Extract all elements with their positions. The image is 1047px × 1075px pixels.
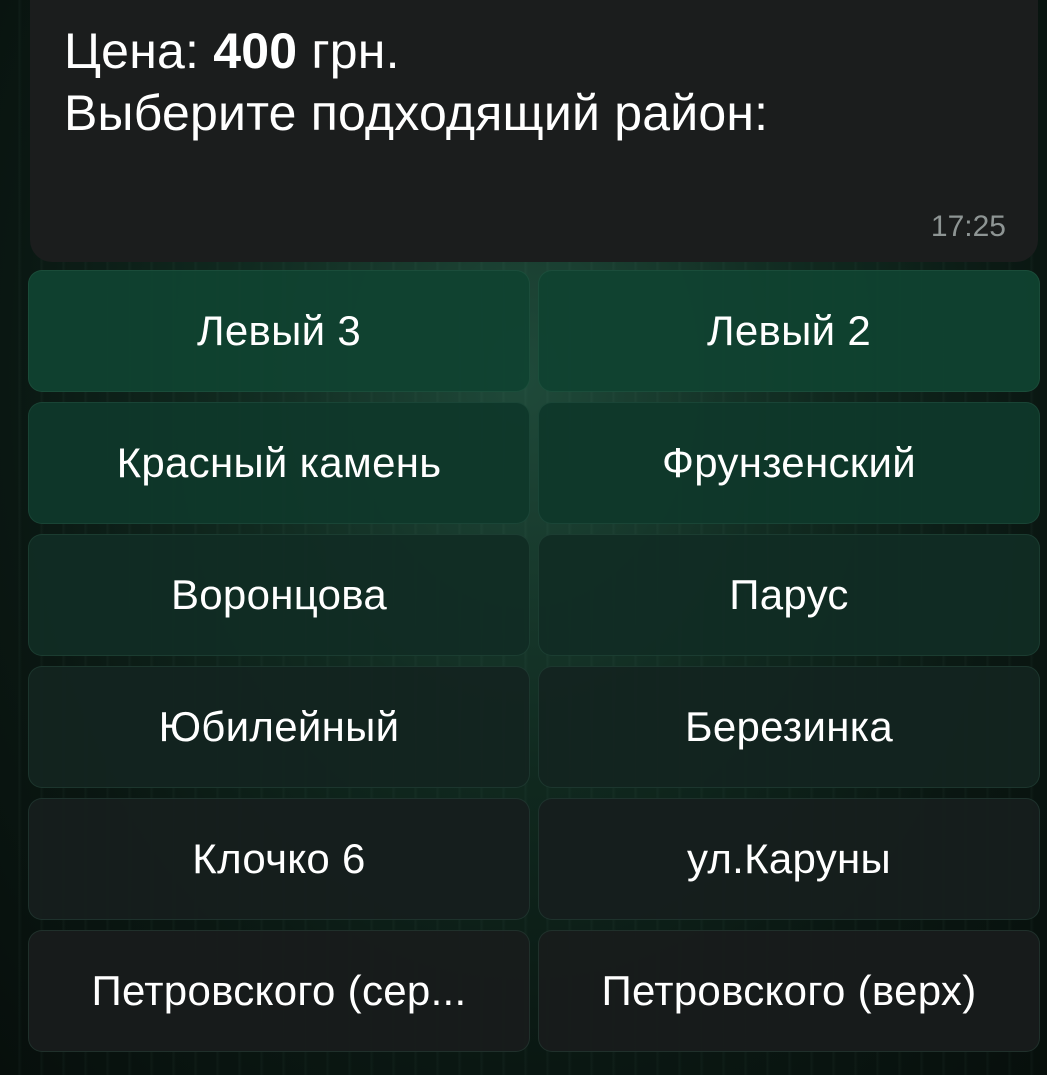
bot-message-bubble: Цена: 400 грн. Выберите подходящий район…	[30, 0, 1038, 262]
price-line: Цена: 400 грн.	[64, 20, 1004, 82]
district-button-vorontsova[interactable]: Воронцова	[28, 534, 530, 656]
district-button-petrovskogo-ser[interactable]: Петровского (сер...	[28, 930, 530, 1052]
price-prefix: Цена:	[64, 23, 214, 79]
district-button-levyi-2[interactable]: Левый 2	[538, 270, 1040, 392]
district-button-levyi-3[interactable]: Левый 3	[28, 270, 530, 392]
price-suffix: грн.	[297, 23, 400, 79]
prompt-line: Выберите подходящий район:	[64, 85, 769, 141]
inline-keyboard: Левый 3 Левый 2 Красный камень Фрунзенск…	[28, 270, 1042, 1052]
district-button-petrovskogo-verkh[interactable]: Петровского (верх)	[538, 930, 1040, 1052]
district-button-klochko-6[interactable]: Клочко 6	[28, 798, 530, 920]
district-button-berezinka[interactable]: Березинка	[538, 666, 1040, 788]
district-button-krasnyi-kamen[interactable]: Красный камень	[28, 402, 530, 524]
district-button-yubileinyi[interactable]: Юбилейный	[28, 666, 530, 788]
message-timestamp: 17:25	[930, 210, 1006, 243]
district-button-parus[interactable]: Парус	[538, 534, 1040, 656]
price-value: 400	[213, 23, 298, 79]
district-button-frunzenskii[interactable]: Фрунзенский	[538, 402, 1040, 524]
district-button-ul-karuny[interactable]: ул.Каруны	[538, 798, 1040, 920]
